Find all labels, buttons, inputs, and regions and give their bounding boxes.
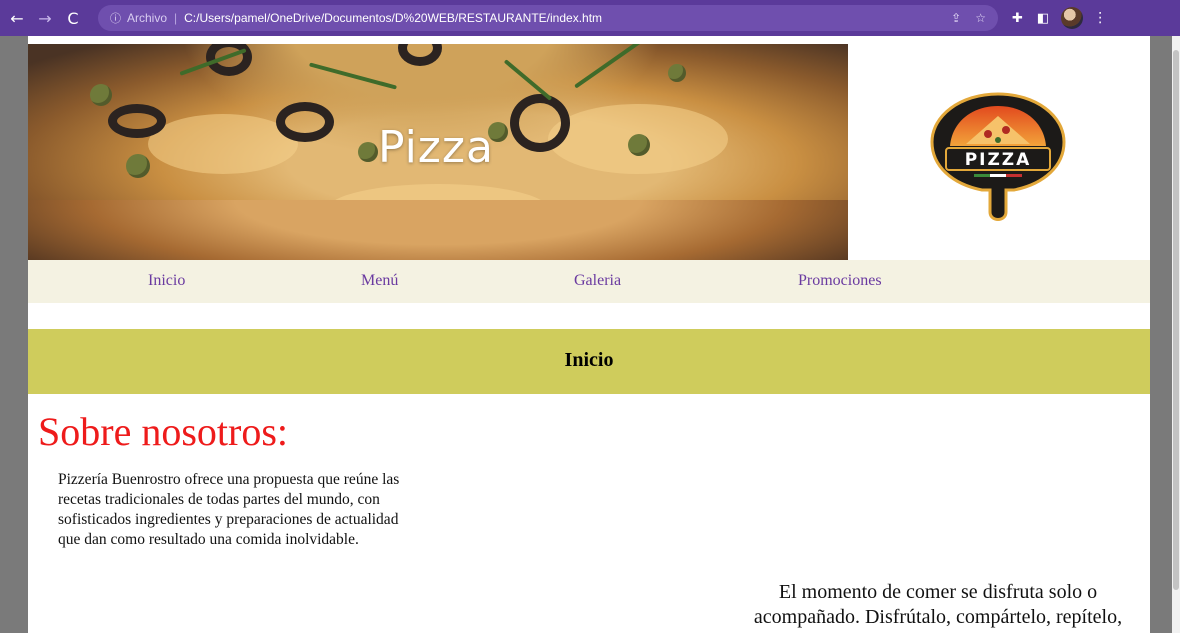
section-header: Inicio [28, 329, 1150, 394]
browser-toolbar: ← → C ⓘ Archivo | C:/Users/pamel/OneDriv… [0, 0, 1180, 36]
arugula-leaf [309, 62, 397, 90]
arugula-leaf [574, 44, 642, 89]
web-page: Pizza PIZZA Inicio Menú Galeria Promocio… [28, 36, 1150, 633]
forward-arrow-icon[interactable]: → [34, 9, 56, 28]
caper [90, 84, 112, 106]
menu-kebab-icon[interactable]: ⋮ [1093, 10, 1107, 26]
nav-link-galeria[interactable]: Galeria [574, 272, 621, 290]
olive-slice [510, 94, 570, 152]
section-title: Inicio [564, 349, 614, 371]
page-scrollbar[interactable] [1172, 36, 1180, 633]
bookmark-star-icon[interactable]: ☆ [975, 11, 986, 25]
about-heading: Sobre nosotros: [38, 409, 288, 454]
profile-avatar[interactable] [1061, 7, 1084, 29]
nav-link-menu[interactable]: Menú [361, 272, 398, 290]
back-arrow-icon[interactable]: ← [6, 9, 28, 28]
address-info-label: Archivo [127, 11, 168, 25]
quote-paragraph: El momento de comer se disfruta solo o a… [753, 581, 1123, 628]
olive-slice [398, 44, 442, 66]
side-panel-icon[interactable]: ◧ [1037, 11, 1049, 26]
share-icon[interactable]: ⇪ [951, 11, 961, 25]
nav-link-inicio[interactable]: Inicio [148, 272, 185, 290]
pizza-logo-icon: PIZZA [930, 92, 1066, 221]
pizza-crust [28, 200, 848, 260]
pizza-banner-image: Pizza [28, 44, 848, 260]
address-bar[interactable]: ⓘ Archivo | C:/Users/pamel/OneDrive/Docu… [98, 5, 998, 31]
logo-text: PIZZA [965, 150, 1032, 170]
about-paragraph: Pizzería Buenrostro ofrece una propuesta… [58, 471, 400, 548]
logo-area: PIZZA [848, 44, 1150, 260]
banner-title: Pizza [378, 122, 494, 173]
arugula-leaf [503, 59, 553, 101]
main-nav: Inicio Menú Galeria Promociones [28, 260, 1150, 303]
caper [126, 154, 150, 178]
caper [628, 134, 650, 156]
olive-slice [108, 104, 166, 138]
info-icon[interactable]: ⓘ [110, 10, 121, 26]
nav-link-promociones[interactable]: Promociones [798, 272, 882, 290]
olive-slice [276, 102, 334, 142]
address-url[interactable]: C:/Users/pamel/OneDrive/Documentos/D%20W… [184, 11, 602, 25]
caper [668, 64, 686, 82]
reload-icon[interactable]: C [62, 9, 84, 28]
caper [358, 142, 378, 162]
scrollbar-thumb[interactable] [1173, 50, 1179, 590]
extensions-puzzle-icon[interactable]: ✚ [1012, 11, 1023, 26]
address-separator: | [174, 11, 178, 25]
